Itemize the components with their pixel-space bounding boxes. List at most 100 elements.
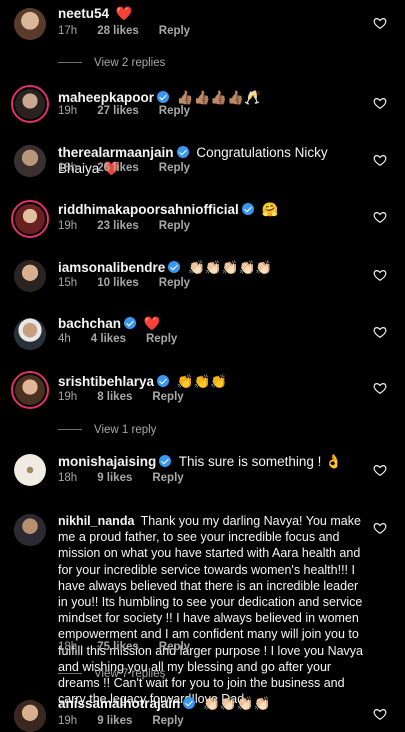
heart-outline-icon[interactable] <box>373 268 387 282</box>
verified-badge-icon <box>183 697 196 709</box>
avatar[interactable] <box>14 8 46 40</box>
heart-outline-icon[interactable] <box>373 153 387 167</box>
comment-time: 4h <box>58 333 71 345</box>
reply-button[interactable]: Reply <box>152 715 183 727</box>
comment-text: 👍🏽👍🏽👍🏽👍🏽🥂 <box>176 90 261 105</box>
comment-text: 👏🏻👏🏻👏🏻👏🏻👏🏻 <box>188 260 273 275</box>
comment-likes[interactable]: 75 likes <box>97 641 139 653</box>
replies-divider <box>58 673 82 675</box>
reply-button[interactable]: Reply <box>159 277 190 289</box>
comment-body: neetu54 ❤️ <box>58 6 365 22</box>
heart-outline-icon[interactable] <box>373 381 387 395</box>
comment-meta: 15h 10 likes Reply <box>58 277 210 289</box>
comment-time: 19h <box>58 391 78 403</box>
comment-username[interactable]: neetu54 <box>58 6 109 21</box>
comment-text: ❤️ <box>143 316 161 331</box>
verified-badge-icon <box>241 203 254 215</box>
comment-body: monishajaising This sure is something ! … <box>58 454 365 470</box>
comment-time: 18h <box>58 162 78 174</box>
reply-button[interactable]: Reply <box>159 220 190 232</box>
comment-text: 👏👏👏 <box>176 374 228 389</box>
reply-button[interactable]: Reply <box>159 641 190 653</box>
avatar[interactable] <box>11 371 49 409</box>
comment-text: 👏🏻👏🏻👏🏻👏🏻 <box>203 696 271 711</box>
comment-meta: 4h 4 likes Reply <box>58 333 197 345</box>
heart-outline-icon[interactable] <box>373 96 387 110</box>
comment-meta: 18h 26 likes Reply <box>58 162 210 174</box>
view-replies-button[interactable]: View 1 reply <box>58 424 156 436</box>
view-replies-button[interactable]: View 7 replies <box>58 668 165 680</box>
comment-username[interactable]: bachchan <box>58 316 121 331</box>
reply-button[interactable]: Reply <box>159 105 190 117</box>
comment-time: 19h <box>58 105 78 117</box>
comment-body: anissamalhotrajain 👏🏻👏🏻👏🏻👏🏻 <box>58 696 365 712</box>
comment-username[interactable]: nikhil_nanda <box>58 514 134 528</box>
avatar[interactable] <box>14 318 46 350</box>
comment-likes[interactable]: 26 likes <box>97 162 139 174</box>
comment-time: 19h <box>58 715 78 727</box>
comment-meta: 19h 9 likes Reply <box>58 715 204 727</box>
comment-body: iamsonalibendre 👏🏻👏🏻👏🏻👏🏻👏🏻 <box>58 260 365 276</box>
comment-username[interactable]: therealarmaanjain <box>58 145 174 160</box>
comment-body: riddhimakapoorsahniofficial 🤗 <box>58 202 365 218</box>
comment-text: This sure is something ! 👌 <box>178 454 342 469</box>
verified-badge-icon <box>176 146 189 158</box>
verified-badge-icon <box>124 317 137 329</box>
reply-button[interactable]: Reply <box>159 162 190 174</box>
heart-outline-icon[interactable] <box>373 210 387 224</box>
comment-meta: 19h 8 likes Reply <box>58 391 204 403</box>
replies-divider <box>58 62 82 64</box>
comment-likes[interactable]: 10 likes <box>97 277 139 289</box>
verified-badge-icon <box>159 455 172 467</box>
heart-outline-icon[interactable] <box>373 521 387 535</box>
reply-button[interactable]: Reply <box>152 391 183 403</box>
avatar[interactable] <box>14 145 46 177</box>
comment-username[interactable]: anissamalhotrajain <box>58 696 180 711</box>
view-replies-button[interactable]: View 2 replies <box>58 57 165 69</box>
avatar[interactable] <box>14 454 46 486</box>
comment-time: 15h <box>58 277 78 289</box>
comment-meta: 19h 27 likes Reply <box>58 105 210 117</box>
comment-likes[interactable]: 23 likes <box>97 220 139 232</box>
comment-text: 🤗 <box>261 202 279 217</box>
comment-username[interactable]: maheepkapoor <box>58 90 154 105</box>
comment-body: maheepkapoor 👍🏽👍🏽👍🏽👍🏽🥂 <box>58 90 365 106</box>
comment-username[interactable]: srishtibehlarya <box>58 374 154 389</box>
replies-divider <box>58 429 82 431</box>
comment-meta: 18h 9 likes Reply <box>58 472 204 484</box>
avatar[interactable] <box>11 200 49 238</box>
comment-text: ❤️ <box>115 6 133 21</box>
comment-likes[interactable]: 9 likes <box>97 715 132 727</box>
comment-username[interactable]: monishajaising <box>58 454 156 469</box>
verified-badge-icon <box>157 91 170 103</box>
comment-time: 19h <box>58 220 78 232</box>
avatar[interactable] <box>14 700 46 732</box>
verified-badge-icon <box>157 375 170 387</box>
reply-button[interactable]: Reply <box>159 25 190 37</box>
verified-badge-icon <box>168 261 181 273</box>
heart-outline-icon[interactable] <box>373 463 387 477</box>
avatar[interactable] <box>14 514 46 546</box>
reply-button[interactable]: Reply <box>152 472 183 484</box>
comment-meta: 18h 75 likes Reply <box>58 641 210 653</box>
heart-outline-icon[interactable] <box>373 16 387 30</box>
reply-button[interactable]: Reply <box>146 333 177 345</box>
comment-likes[interactable]: 4 likes <box>91 333 126 345</box>
comment-likes[interactable]: 8 likes <box>97 391 132 403</box>
comment-meta: 19h 23 likes Reply <box>58 220 210 232</box>
comment-likes[interactable]: 9 likes <box>97 472 132 484</box>
comment-likes[interactable]: 28 likes <box>97 25 139 37</box>
comment-likes[interactable]: 27 likes <box>97 105 139 117</box>
heart-outline-icon[interactable] <box>373 707 387 721</box>
comment-meta: 17h 28 likes Reply <box>58 25 210 37</box>
comment-username[interactable]: riddhimakapoorsahniofficial <box>58 202 239 217</box>
comment-time: 18h <box>58 472 78 484</box>
comment-body: srishtibehlarya 👏👏👏 <box>58 374 365 390</box>
avatar[interactable] <box>14 260 46 292</box>
comment-time: 18h <box>58 641 78 653</box>
heart-outline-icon[interactable] <box>373 325 387 339</box>
avatar[interactable] <box>11 85 49 123</box>
comment-time: 17h <box>58 25 78 37</box>
comment-body: bachchan ❤️ <box>58 316 365 332</box>
comment-username[interactable]: iamsonalibendre <box>58 260 165 275</box>
